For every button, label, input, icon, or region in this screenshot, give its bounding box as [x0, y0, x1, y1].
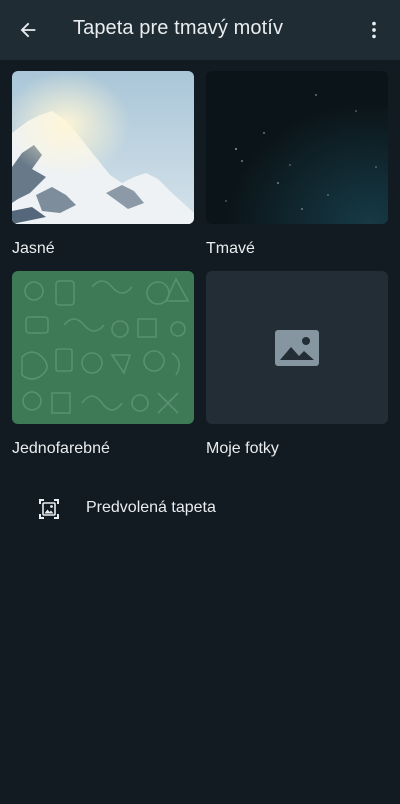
tile-label-solid-color: Jednofarebné — [12, 440, 110, 457]
my-photos-tile[interactable] — [206, 271, 388, 424]
wallpaper-icon — [39, 499, 59, 519]
tile-label-bright: Jasné — [12, 240, 55, 257]
app-bar: Tapeta pre tmavý motív — [0, 0, 400, 60]
default-wallpaper-label: Predvolená tapeta — [86, 499, 216, 516]
back-button[interactable] — [10, 12, 46, 48]
arrow-back-icon — [20, 22, 36, 38]
tile-label-dark: Tmavé — [206, 240, 255, 257]
doodle-pattern — [12, 271, 194, 424]
dark-wallpaper-tile[interactable] — [206, 71, 388, 224]
mountain-photo — [12, 71, 194, 224]
tile-label-my-photos: Moje fotky — [206, 440, 279, 457]
default-wallpaper-item[interactable]: Predvolená tapeta — [0, 484, 400, 534]
more-options-button[interactable] — [356, 12, 392, 48]
more-vertical-icon — [372, 21, 376, 39]
page-title: Tapeta pre tmavý motív — [73, 17, 284, 39]
solid-color-wallpaper-tile[interactable] — [12, 271, 194, 424]
bright-wallpaper-tile[interactable] — [12, 71, 194, 224]
image-icon — [275, 329, 319, 366]
night-sky-photo — [206, 71, 388, 224]
